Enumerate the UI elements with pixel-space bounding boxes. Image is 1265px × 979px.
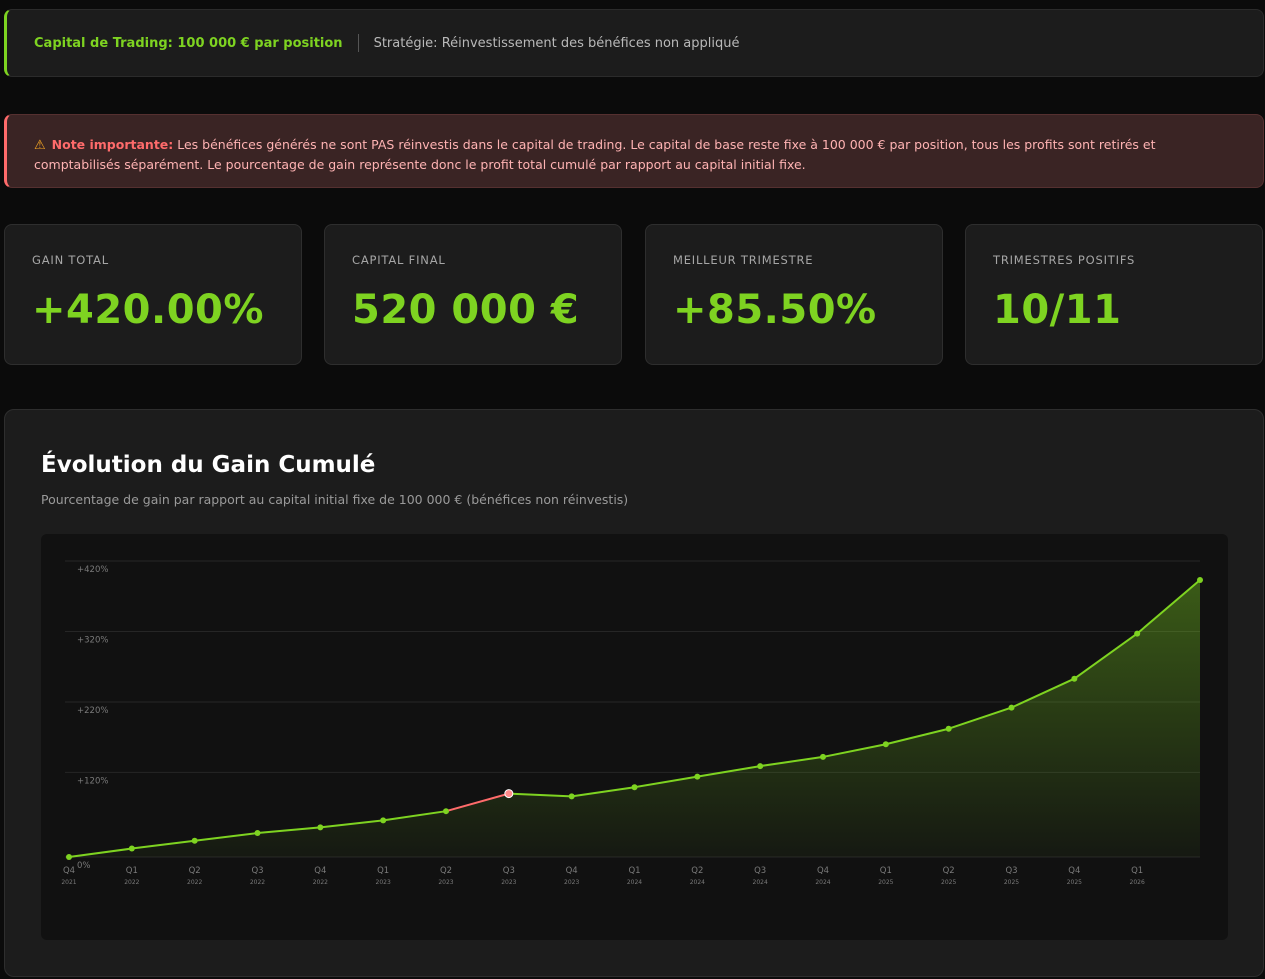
x-tick-quarter: Q4 [314, 866, 326, 876]
data-point[interactable] [504, 789, 514, 799]
x-tick-year: 2025 [1004, 879, 1019, 886]
data-point[interactable] [882, 741, 889, 748]
stat-card-capital-final: CAPITAL FINAL 520 000 € [324, 224, 622, 365]
x-tick-year: 2025 [1067, 879, 1082, 886]
x-tick-quarter: Q3 [251, 866, 263, 876]
x-tick-quarter: Q1 [880, 866, 892, 876]
x-tick-year: 2024 [627, 879, 642, 886]
y-tick-label: +320% [77, 635, 108, 645]
capital-info-bar: Capital de Trading: 100 000 € par positi… [4, 9, 1264, 77]
x-tick-year: 2024 [690, 879, 705, 886]
chart-title: Évolution du Gain Cumulé [41, 452, 376, 478]
x-tick-quarter: Q2 [189, 866, 201, 876]
x-tick-year: 2023 [376, 879, 391, 886]
stat-label: GAIN TOTAL [32, 253, 109, 267]
stat-value: 520 000 € [352, 287, 580, 333]
x-tick-quarter: Q2 [691, 866, 703, 876]
data-point[interactable] [191, 837, 198, 844]
data-point[interactable] [380, 817, 387, 824]
y-tick-label: 0% [77, 861, 91, 871]
x-tick-year: 2025 [878, 879, 893, 886]
data-point[interactable] [631, 784, 638, 791]
x-tick-quarter: Q3 [503, 866, 515, 876]
stat-card-positive-quarters: TRIMESTRES POSITIFS 10/11 [965, 224, 1263, 365]
stat-label: MEILLEUR TRIMESTRE [673, 253, 814, 267]
stat-value: +420.00% [32, 287, 264, 333]
x-tick-year: 2022 [187, 879, 202, 886]
stat-label: TRIMESTRES POSITIFS [993, 253, 1136, 267]
data-point[interactable] [757, 763, 764, 770]
x-tick-year: 2025 [941, 879, 956, 886]
data-point[interactable] [694, 773, 701, 780]
x-tick-year: 2021 [61, 879, 76, 886]
cumulative-gain-chart-panel: Évolution du Gain Cumulé Pourcentage de … [4, 409, 1264, 977]
strategy-label: Stratégie: Réinvestissement des bénéfice… [373, 35, 740, 51]
x-tick-quarter: Q2 [440, 866, 452, 876]
x-tick-year: 2024 [753, 879, 768, 886]
data-point[interactable] [568, 793, 575, 800]
info-divider [357, 34, 359, 52]
note-text: Les bénéfices générés ne sont PAS réinve… [34, 137, 1156, 172]
x-tick-quarter: Q1 [1131, 866, 1143, 876]
stat-card-best-quarter: MEILLEUR TRIMESTRE +85.50% [645, 224, 943, 365]
stat-value: +85.50% [673, 287, 877, 333]
x-tick-year: 2024 [815, 879, 830, 886]
stat-label: CAPITAL FINAL [352, 253, 446, 267]
data-point[interactable] [128, 845, 135, 852]
data-point[interactable] [945, 725, 952, 732]
data-point[interactable] [1134, 630, 1141, 637]
x-tick-year: 2023 [438, 879, 453, 886]
x-tick-quarter: Q3 [1005, 866, 1017, 876]
cumulative-gain-line-chart[interactable]: 0% +120% +220% +320% +420% Q4 2021 Q1 2022 Q2 2022… [41, 534, 1228, 940]
data-point[interactable] [1008, 704, 1015, 711]
x-tick-year: 2022 [124, 879, 139, 886]
data-point[interactable] [1071, 675, 1078, 682]
stat-card-gain-total: GAIN TOTAL +420.00% [4, 224, 302, 365]
y-tick-label: +120% [77, 776, 108, 786]
data-point[interactable] [317, 824, 324, 831]
x-tick-quarter: Q4 [817, 866, 829, 876]
data-point[interactable] [66, 854, 72, 860]
y-tick-label: +220% [77, 706, 108, 716]
important-note: ⚠ Note importante: Les bénéfices générés… [4, 114, 1264, 188]
chart-canvas[interactable]: 0% +120% +220% +320% +420% Q4 2021 Q1 2022 Q2 2022… [41, 534, 1228, 940]
data-point[interactable] [443, 808, 449, 815]
x-tick-year: 2023 [564, 879, 579, 886]
data-point[interactable] [820, 753, 826, 760]
x-tick-year: 2026 [1130, 879, 1145, 886]
x-tick-quarter: Q4 [566, 866, 578, 876]
x-tick-quarter: Q1 [377, 866, 389, 876]
data-point[interactable] [254, 830, 261, 837]
y-tick-label: +420% [77, 565, 108, 575]
stat-value: 10/11 [993, 287, 1122, 333]
trading-capital-label: Capital de Trading: 100 000 € par positi… [34, 35, 343, 51]
x-tick-year: 2022 [250, 879, 265, 886]
x-tick-year: 2023 [501, 879, 516, 886]
data-point[interactable] [1197, 577, 1203, 584]
x-tick-quarter: Q1 [628, 866, 640, 876]
x-tick-quarter: Q1 [126, 866, 138, 876]
x-tick-quarter: Q2 [943, 866, 955, 876]
x-tick-quarter: Q4 [63, 866, 75, 876]
warning-icon: ⚠ [34, 138, 46, 153]
note-title: Note importante: [51, 137, 174, 152]
x-tick-year: 2022 [313, 879, 328, 886]
chart-subtitle: Pourcentage de gain par rapport au capit… [41, 492, 629, 507]
x-tick-quarter: Q4 [1068, 866, 1080, 876]
gain-area-fill [69, 580, 1200, 857]
x-tick-quarter: Q3 [754, 866, 766, 876]
